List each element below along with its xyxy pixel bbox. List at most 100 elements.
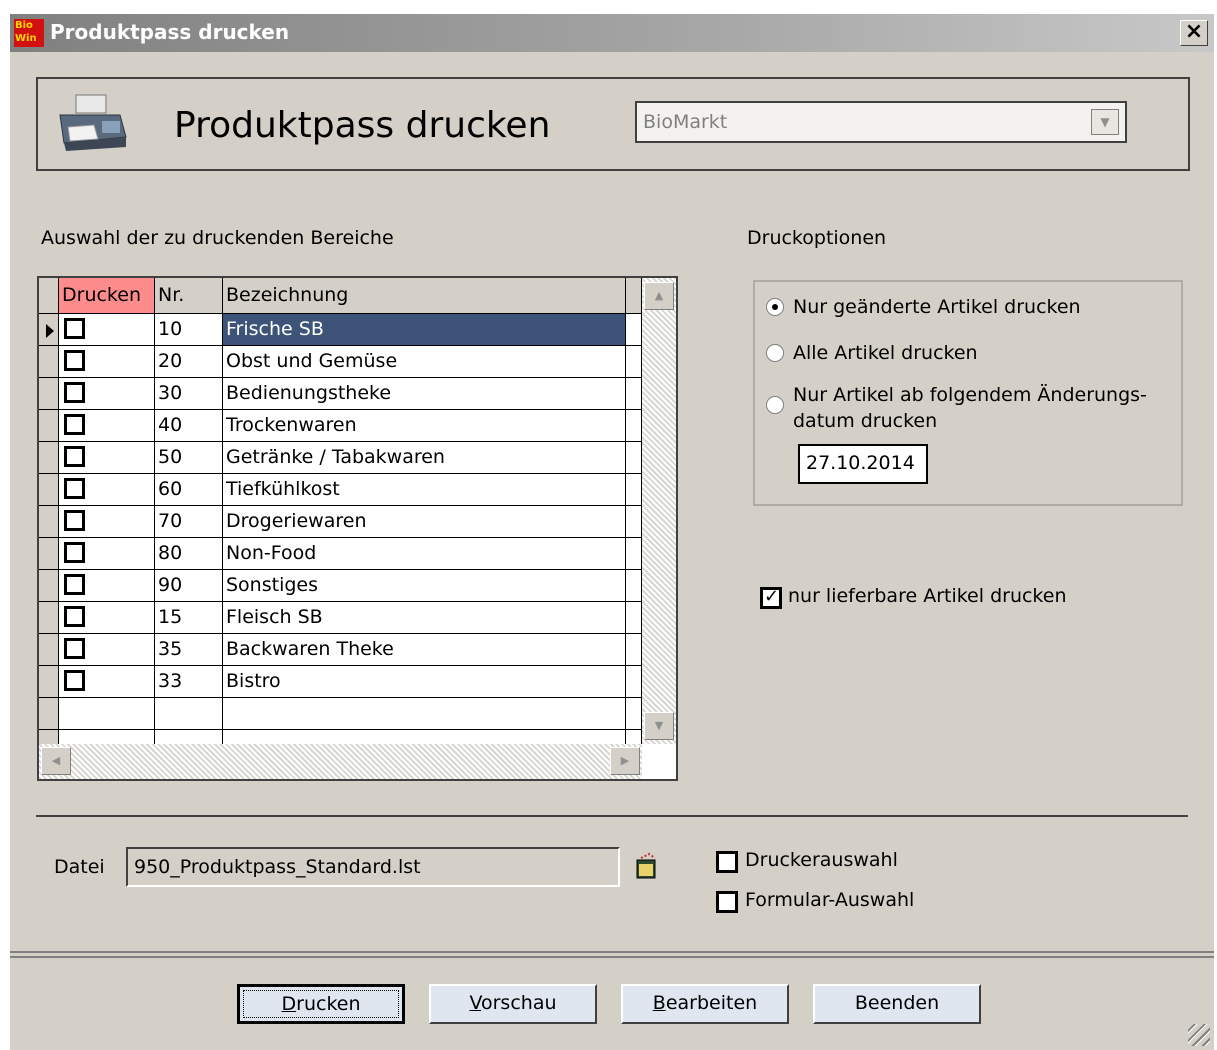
form-select-checkbox[interactable]: [716, 891, 738, 913]
print-checkbox[interactable]: [64, 606, 85, 627]
table-row[interactable]: 90 Sonstiges: [39, 570, 642, 602]
row-indicator[interactable]: [39, 538, 59, 570]
resize-grip-icon[interactable]: [1188, 1024, 1210, 1046]
print-checkbox[interactable]: [64, 318, 85, 339]
nr-cell[interactable]: 90: [155, 570, 223, 602]
name-cell[interactable]: Non-Food: [223, 538, 626, 570]
name-cell[interactable]: Frische SB: [223, 314, 626, 346]
print-checkbox[interactable]: [64, 446, 85, 467]
table-row[interactable]: 10 Frische SB: [39, 314, 642, 346]
name-cell[interactable]: Fleisch SB: [223, 602, 626, 634]
row-indicator[interactable]: [39, 634, 59, 666]
change-date-input[interactable]: 27.10.2014: [798, 444, 928, 484]
print-button[interactable]: Drucken: [237, 984, 405, 1024]
row-indicator[interactable]: [39, 506, 59, 538]
print-checkbox[interactable]: [64, 478, 85, 499]
name-cell[interactable]: Tiefkühlkost: [223, 474, 626, 506]
preview-button[interactable]: Vorschau: [429, 984, 597, 1024]
radio-all-articles-label[interactable]: Alle Artikel drucken: [793, 342, 978, 364]
row-indicator[interactable]: [39, 410, 59, 442]
deliverable-only-label[interactable]: nur lieferbare Artikel drucken: [788, 585, 1067, 607]
table-row[interactable]: 70 Drogeriewaren: [39, 506, 642, 538]
print-checkbox[interactable]: [64, 542, 85, 563]
chevron-down-icon[interactable]: ▼: [1091, 109, 1119, 135]
print-checkbox[interactable]: [64, 510, 85, 531]
print-checkbox[interactable]: [64, 670, 85, 691]
form-select-label[interactable]: Formular-Auswahl: [745, 889, 914, 911]
table-row[interactable]: 80 Non-Food: [39, 538, 642, 570]
print-checkbox[interactable]: [64, 574, 85, 595]
nr-cell[interactable]: 10: [155, 314, 223, 346]
table-row[interactable]: 33 Bistro: [39, 666, 642, 698]
nr-cell[interactable]: 33: [155, 666, 223, 698]
table-row[interactable]: 35 Backwaren Theke: [39, 634, 642, 666]
name-cell[interactable]: Sonstiges: [223, 570, 626, 602]
row-indicator[interactable]: [39, 314, 59, 346]
nr-cell[interactable]: 20: [155, 346, 223, 378]
row-indicator[interactable]: [39, 698, 59, 730]
scroll-down-button[interactable]: ▼: [644, 712, 674, 740]
table-row[interactable]: 40 Trockenwaren: [39, 410, 642, 442]
radio-changed-articles-label[interactable]: Nur geänderte Artikel drucken: [793, 296, 1081, 318]
radio-changed-articles[interactable]: [766, 298, 784, 316]
table-row[interactable]: 20 Obst und Gemüse: [39, 346, 642, 378]
name-cell[interactable]: [223, 698, 626, 730]
row-indicator[interactable]: [39, 442, 59, 474]
scroll-right-button[interactable]: ▶: [610, 747, 640, 775]
name-cell[interactable]: Backwaren Theke: [223, 634, 626, 666]
print-checkbox[interactable]: [64, 414, 85, 435]
name-cell[interactable]: Bistro: [223, 666, 626, 698]
footer-separator-bottom: [10, 956, 1214, 958]
row-indicator[interactable]: [39, 378, 59, 410]
print-checkbox[interactable]: [64, 350, 85, 371]
table-row[interactable]: 15 Fleisch SB: [39, 602, 642, 634]
row-indicator[interactable]: [39, 602, 59, 634]
table-row[interactable]: 30 Bedienungstheke: [39, 378, 642, 410]
scroll-up-button[interactable]: ▲: [644, 282, 674, 310]
nr-cell[interactable]: 35: [155, 634, 223, 666]
radio-changed-since-date-label-line1[interactable]: Nur Artikel ab folgendem Änderungs-: [793, 384, 1147, 406]
radio-changed-since-date[interactable]: [766, 396, 784, 414]
table-row[interactable]: 60 Tiefkühlkost: [39, 474, 642, 506]
print-checkbox[interactable]: [64, 638, 85, 659]
store-select[interactable]: BioMarkt ▼: [635, 101, 1127, 143]
browse-file-icon[interactable]: [635, 852, 659, 880]
row-indicator[interactable]: [39, 666, 59, 698]
nr-cell[interactable]: [155, 698, 223, 730]
nr-cell[interactable]: 40: [155, 410, 223, 442]
deliverable-only-checkbox[interactable]: [760, 586, 782, 609]
window-title: Produktpass drucken: [50, 20, 290, 44]
title-bar[interactable]: Bio Win Produktpass drucken ×: [10, 14, 1214, 52]
column-header-nr[interactable]: Nr.: [155, 278, 223, 314]
nr-cell[interactable]: 50: [155, 442, 223, 474]
nr-cell[interactable]: 30: [155, 378, 223, 410]
column-header-name[interactable]: Bezeichnung: [223, 278, 626, 314]
printer-select-checkbox[interactable]: [716, 851, 738, 873]
empty-table-row[interactable]: [39, 698, 642, 730]
name-cell[interactable]: Bedienungstheke: [223, 378, 626, 410]
column-header-print[interactable]: Drucken: [59, 278, 155, 314]
close-button[interactable]: ×: [1180, 20, 1208, 46]
row-indicator[interactable]: [39, 346, 59, 378]
nr-cell[interactable]: 80: [155, 538, 223, 570]
row-indicator[interactable]: [39, 570, 59, 602]
horizontal-scrollbar[interactable]: ◀ ▶: [39, 744, 642, 779]
radio-all-articles[interactable]: [766, 344, 784, 362]
name-cell[interactable]: Drogeriewaren: [223, 506, 626, 538]
vertical-scrollbar[interactable]: ▲ ▼: [642, 278, 676, 744]
scroll-left-button[interactable]: ◀: [41, 747, 71, 775]
print-checkbox[interactable]: [64, 382, 85, 403]
nr-cell[interactable]: 15: [155, 602, 223, 634]
radio-changed-since-date-label-line2[interactable]: datum drucken: [793, 410, 937, 432]
table-row[interactable]: 50 Getränke / Tabakwaren: [39, 442, 642, 474]
printer-select-label[interactable]: Druckerauswahl: [745, 849, 898, 871]
name-cell[interactable]: Trockenwaren: [223, 410, 626, 442]
exit-button[interactable]: Beenden: [813, 984, 981, 1024]
nr-cell[interactable]: 60: [155, 474, 223, 506]
edit-button[interactable]: Bearbeiten: [621, 984, 789, 1024]
nr-cell[interactable]: 70: [155, 506, 223, 538]
name-cell[interactable]: Obst und Gemüse: [223, 346, 626, 378]
row-indicator[interactable]: [39, 474, 59, 506]
file-input[interactable]: 950_Produktpass_Standard.lst: [126, 847, 620, 887]
name-cell[interactable]: Getränke / Tabakwaren: [223, 442, 626, 474]
